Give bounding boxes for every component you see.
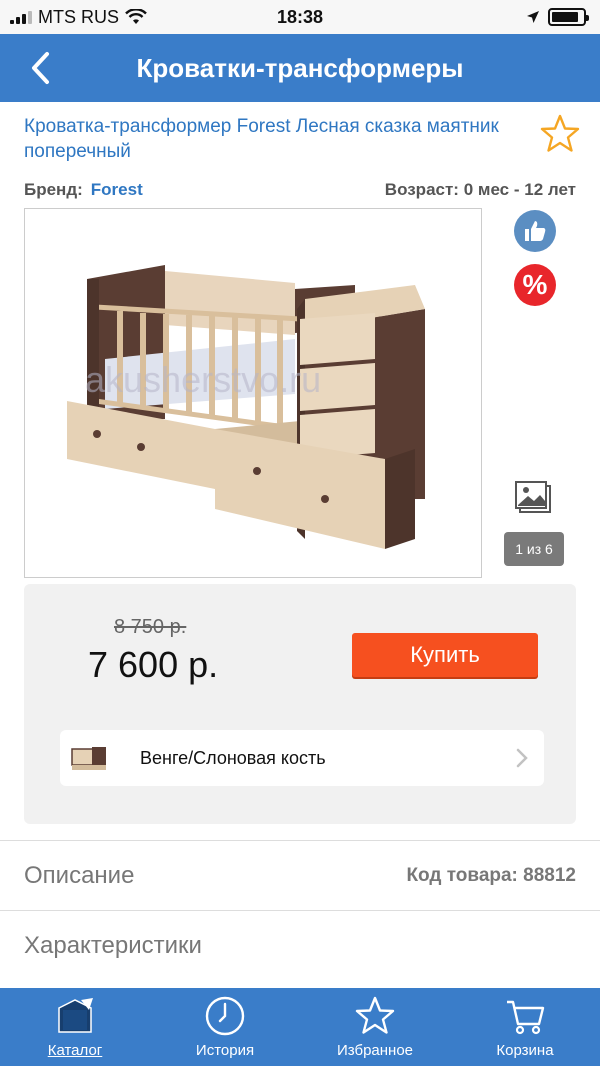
brand-label: Бренд: — [24, 180, 83, 199]
status-bar: MTS RUS 18:38 — [0, 0, 600, 34]
gallery-button[interactable] — [512, 478, 556, 518]
favorite-button[interactable] — [538, 112, 582, 156]
chevron-right-icon — [516, 748, 528, 768]
variant-selector[interactable]: Венге/Слоновая кость — [60, 730, 544, 786]
current-price: 7 600 р. — [88, 644, 219, 685]
signal-icon — [10, 10, 32, 24]
characteristics-section[interactable]: Характеристики — [0, 910, 600, 980]
star-icon — [355, 996, 395, 1034]
gallery-counter: 1 из 6 — [504, 532, 564, 566]
watermark: akusherstvo.ru — [85, 359, 322, 400]
catalog-icon — [58, 998, 93, 1033]
clock-icon — [205, 996, 245, 1036]
tab-catalog-label: Каталог — [47, 1042, 103, 1059]
tab-cart[interactable]: Корзина — [450, 988, 600, 1066]
tab-catalog[interactable]: Каталог — [0, 988, 150, 1066]
brand-row: Бренд: Forest Возраст: 0 мес - 12 лет — [24, 180, 576, 204]
carrier-label: MTS RUS — [38, 6, 119, 27]
characteristics-title: Характеристики — [24, 931, 202, 959]
status-right — [526, 8, 589, 26]
nav-title: Кроватки-трансформеры — [136, 52, 464, 83]
sale-badge: % — [514, 264, 556, 306]
battery-icon — [548, 8, 589, 26]
age-range: Возраст: 0 мес - 12 лет — [384, 180, 576, 199]
variant-thumbnail — [71, 747, 106, 770]
back-button[interactable] — [18, 46, 62, 90]
photos-icon — [515, 481, 551, 513]
product-code: Код товара: 88812 — [406, 864, 576, 886]
like-badge — [514, 210, 556, 252]
location-arrow-icon — [527, 11, 539, 23]
variant-label: Венге/Слоновая кость — [140, 747, 326, 768]
tab-history-label: История — [195, 1042, 255, 1059]
tab-favorites-label: Избранное — [336, 1042, 414, 1059]
tab-bar: Каталог История Избранное Корзина — [0, 988, 600, 1066]
description-section[interactable]: Описание Код товара: 88812 — [0, 840, 600, 910]
product-title: Кроватка-трансформер Forest Лесная сказк… — [24, 116, 499, 162]
star-outline-icon — [540, 114, 580, 152]
tab-cart-label: Корзина — [496, 1042, 554, 1059]
product-image[interactable]: akusherstvo.ru — [24, 208, 482, 578]
tab-favorites[interactable]: Избранное — [300, 988, 450, 1066]
cart-icon — [507, 1000, 545, 1035]
brand-link[interactable]: Forest — [91, 180, 143, 199]
buy-button[interactable]: Купить — [352, 633, 538, 677]
chevron-left-icon — [32, 52, 49, 84]
brand-info: Бренд: Forest — [24, 180, 143, 204]
status-left: MTS RUS — [10, 7, 147, 28]
price-card: 8 750 р. 7 600 р. Купить Венге/Слоновая … — [24, 584, 576, 824]
wifi-icon — [125, 9, 147, 24]
thumbs-up-icon — [525, 221, 546, 241]
old-price: 8 750 р. — [114, 616, 187, 638]
tab-history[interactable]: История — [150, 988, 300, 1066]
nav-bar: Кроватки-трансформеры — [0, 34, 600, 102]
description-title: Описание — [24, 861, 135, 889]
